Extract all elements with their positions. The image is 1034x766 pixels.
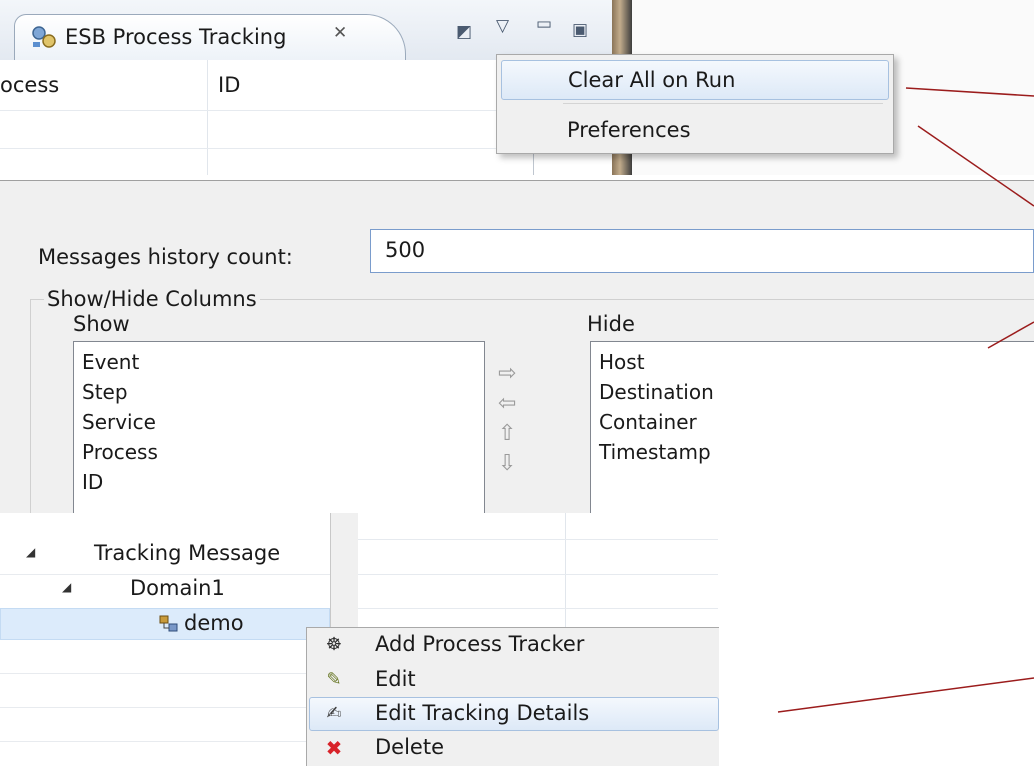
callout-lines (777, 87, 1034, 713)
